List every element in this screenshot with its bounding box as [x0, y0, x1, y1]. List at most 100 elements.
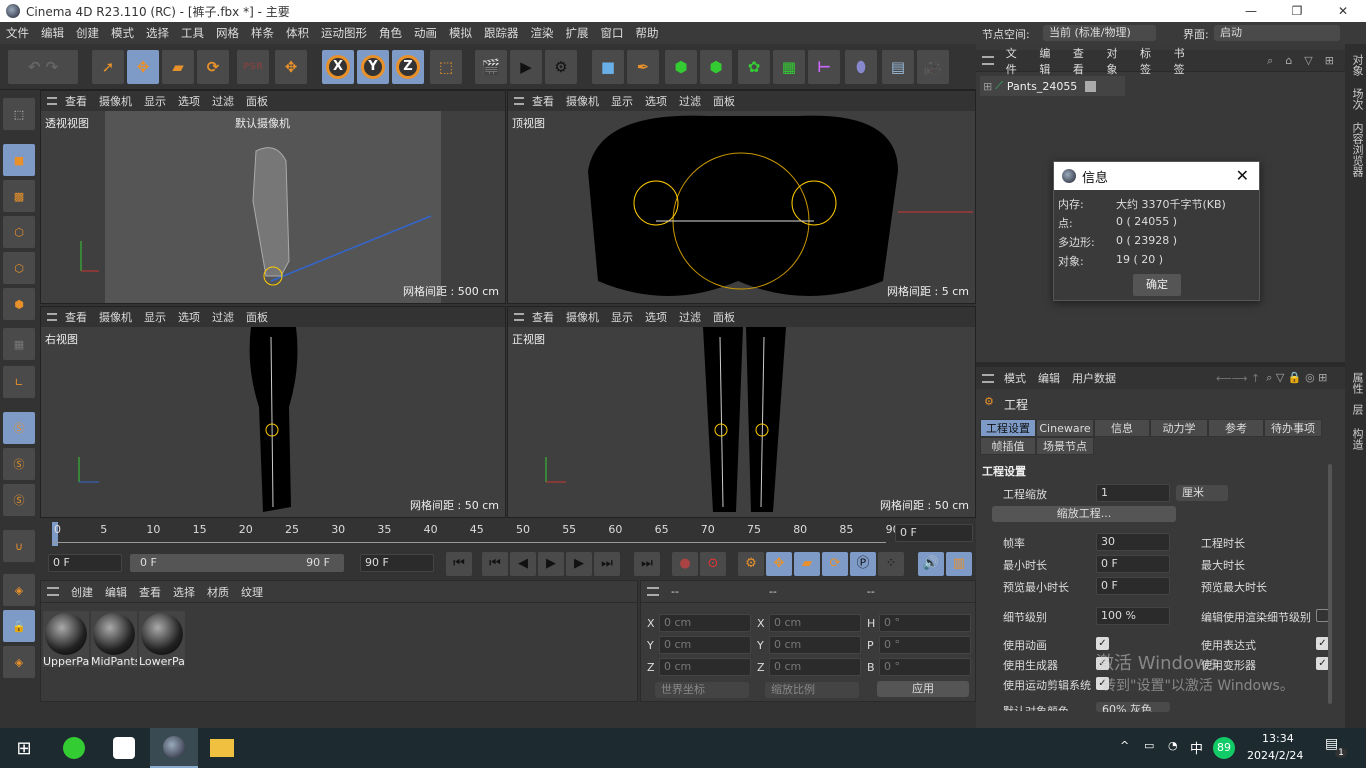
battery-icon[interactable]: ▭	[1144, 739, 1154, 752]
side-tab-structure[interactable]: 构造	[1349, 428, 1365, 450]
side-tab-attributes[interactable]: 属性	[1349, 372, 1365, 394]
tab-scene-nodes[interactable]: 场景节点	[1036, 437, 1094, 455]
workplane-icon[interactable]: ◈	[3, 574, 35, 606]
viewport-top[interactable]: 查看 摄像机 显示 选项 过滤 面板 顶视图 网格间距 : 5 cm	[507, 90, 976, 304]
mat-menu-material[interactable]: 材质	[207, 584, 229, 600]
side-tab-layers[interactable]: 层	[1349, 404, 1365, 415]
menu-icon[interactable]	[47, 313, 57, 321]
snap-enable-icon[interactable]: Ⓢ	[3, 484, 35, 516]
default-color-dropdown[interactable]: 60% 灰色	[1096, 702, 1170, 712]
lod-field[interactable]: 100 %	[1096, 607, 1170, 625]
dialog-close-button[interactable]: ✕	[1236, 166, 1249, 185]
render-picture-viewer-button[interactable]: ▶	[510, 50, 542, 84]
viewport-menu-view[interactable]: 查看	[65, 309, 87, 325]
maximize-button[interactable]: ❐	[1274, 0, 1320, 22]
tab-cineware[interactable]: Cineware	[1036, 419, 1094, 437]
magnet-icon[interactable]: ∪	[3, 530, 35, 562]
psr-button[interactable]: PSR	[237, 50, 269, 84]
front-canvas[interactable]	[508, 327, 976, 518]
viewport-menu-display[interactable]: 显示	[611, 93, 633, 109]
viewport-menu-display[interactable]: 显示	[144, 93, 166, 109]
obj-menu-view[interactable]: 查看	[1073, 45, 1095, 77]
viewport-right[interactable]: 查看 摄像机 显示 选项 过滤 面板 右视图 网格间距 : 50 cm	[40, 306, 506, 518]
viewport-menu-display[interactable]: 显示	[611, 309, 633, 325]
menu-file[interactable]: 文件	[0, 25, 35, 41]
menu-volume[interactable]: 体积	[280, 25, 315, 41]
close-button[interactable]: ✕	[1320, 0, 1366, 22]
viewport-menu-display[interactable]: 显示	[144, 309, 166, 325]
viewport-menu-camera[interactable]: 摄像机	[566, 309, 599, 325]
menu-spline[interactable]: 样条	[245, 25, 280, 41]
menu-icon[interactable]	[982, 373, 994, 383]
coord-pos-field[interactable]: 0 cm	[659, 636, 751, 654]
apply-button[interactable]: 应用	[877, 681, 969, 697]
start-button[interactable]: ⊞	[0, 728, 48, 768]
key-rotation-button[interactable]: ⟳	[822, 552, 848, 576]
menu-edit[interactable]: 编辑	[35, 25, 70, 41]
go-to-end-button[interactable]: ⏭	[634, 552, 660, 576]
rotate-tool-button[interactable]: ⟳	[197, 50, 229, 84]
snap-settings-icon[interactable]: Ⓢ	[3, 448, 35, 480]
menu-icon[interactable]	[47, 587, 59, 596]
viewport-menu-camera[interactable]: 摄像机	[99, 309, 132, 325]
tag-icon[interactable]	[1085, 80, 1097, 92]
make-editable-icon[interactable]: ⬚	[3, 98, 35, 130]
render-settings-button[interactable]: ⚙	[545, 50, 577, 84]
menu-icon[interactable]	[47, 97, 57, 105]
cloner-icon[interactable]: ✿	[738, 50, 770, 84]
current-frame-field[interactable]: 0 F	[895, 524, 973, 542]
menu-animate[interactable]: 动画	[408, 25, 443, 41]
attr-menu-userdata[interactable]: 用户数据	[1072, 370, 1116, 386]
scale-mode-dropdown[interactable]: 缩放比例	[765, 682, 859, 698]
scale-field[interactable]: 1	[1096, 484, 1170, 502]
next-key-button[interactable]: ⏭	[594, 552, 620, 576]
material-item[interactable]: MidPants	[91, 611, 137, 668]
generator-icon[interactable]: ⬢	[700, 50, 732, 84]
deformer-icon[interactable]: ⊢	[808, 50, 840, 84]
side-tab-objects[interactable]: 对象	[1349, 54, 1365, 76]
go-to-start-button[interactable]: ⏮	[446, 552, 472, 576]
autokey-button[interactable]: ⊙	[700, 552, 726, 576]
viewport-menu-filter[interactable]: 过滤	[679, 309, 701, 325]
points-mode-icon[interactable]: ⬡	[3, 216, 35, 248]
mat-menu-view[interactable]: 查看	[139, 584, 161, 600]
coord-pos-field[interactable]: 0 cm	[659, 614, 751, 632]
undo-redo-button[interactable]: ↶ ↷	[8, 50, 78, 84]
coord-size-field[interactable]: 0 cm	[769, 614, 861, 632]
edges-mode-icon[interactable]: ⬡	[3, 252, 35, 284]
menu-window[interactable]: 窗口	[595, 25, 630, 41]
viewport-front[interactable]: 查看 摄像机 显示 选项 过滤 面板 正视图 网格间距 : 50 cm	[507, 306, 976, 518]
frame-range-slider[interactable]: 0 F 90 F	[130, 554, 344, 572]
tab-info[interactable]: 信息	[1094, 419, 1150, 437]
perspective-canvas[interactable]	[41, 111, 506, 304]
mat-menu-edit[interactable]: 编辑	[105, 584, 127, 600]
fps-field[interactable]: 30	[1096, 533, 1170, 551]
viewport-menu-camera[interactable]: 摄像机	[99, 93, 132, 109]
new-view-icon[interactable]: ⊞	[1325, 54, 1334, 67]
axis-mode-icon[interactable]: ∟	[3, 366, 35, 398]
menu-icon[interactable]	[514, 313, 524, 321]
subdivision-icon[interactable]: ⬢	[665, 50, 697, 84]
viewport-perspective[interactable]: 查看 摄像机 显示 选项 过滤 面板 透视视图 默认摄像机 网格间距 : 500 cm	[40, 90, 506, 304]
workplane-align-icon[interactable]: ◈	[3, 646, 35, 678]
viewport-menu-options[interactable]: 选项	[645, 309, 667, 325]
viewport-menu-options[interactable]: 选项	[178, 309, 200, 325]
viewport-menu-options[interactable]: 选项	[645, 93, 667, 109]
menu-tracker[interactable]: 跟踪器	[478, 25, 525, 41]
filter-icon[interactable]: ▽	[1304, 54, 1312, 67]
coord-rot-field[interactable]: 0 °	[879, 658, 971, 676]
minimize-button[interactable]: —	[1228, 0, 1274, 22]
field-icon[interactable]: ⬮	[845, 50, 877, 84]
menu-simulate[interactable]: 模拟	[443, 25, 478, 41]
menu-mode[interactable]: 模式	[105, 25, 140, 41]
preview-min-field[interactable]: 0 F	[1096, 577, 1170, 595]
tab-project-settings[interactable]: 工程设置	[980, 419, 1036, 437]
select-tool-button[interactable]: ➚	[92, 50, 124, 84]
viewport-menu-filter[interactable]: 过滤	[679, 93, 701, 109]
scale-tool-button[interactable]: ▰	[162, 50, 194, 84]
mat-menu-select[interactable]: 选择	[173, 584, 195, 600]
previous-frame-button[interactable]: ◀	[510, 552, 536, 576]
x-axis-button[interactable]: X	[322, 50, 354, 84]
menu-icon[interactable]	[982, 56, 994, 65]
key-position-button[interactable]: ✥	[766, 552, 792, 576]
